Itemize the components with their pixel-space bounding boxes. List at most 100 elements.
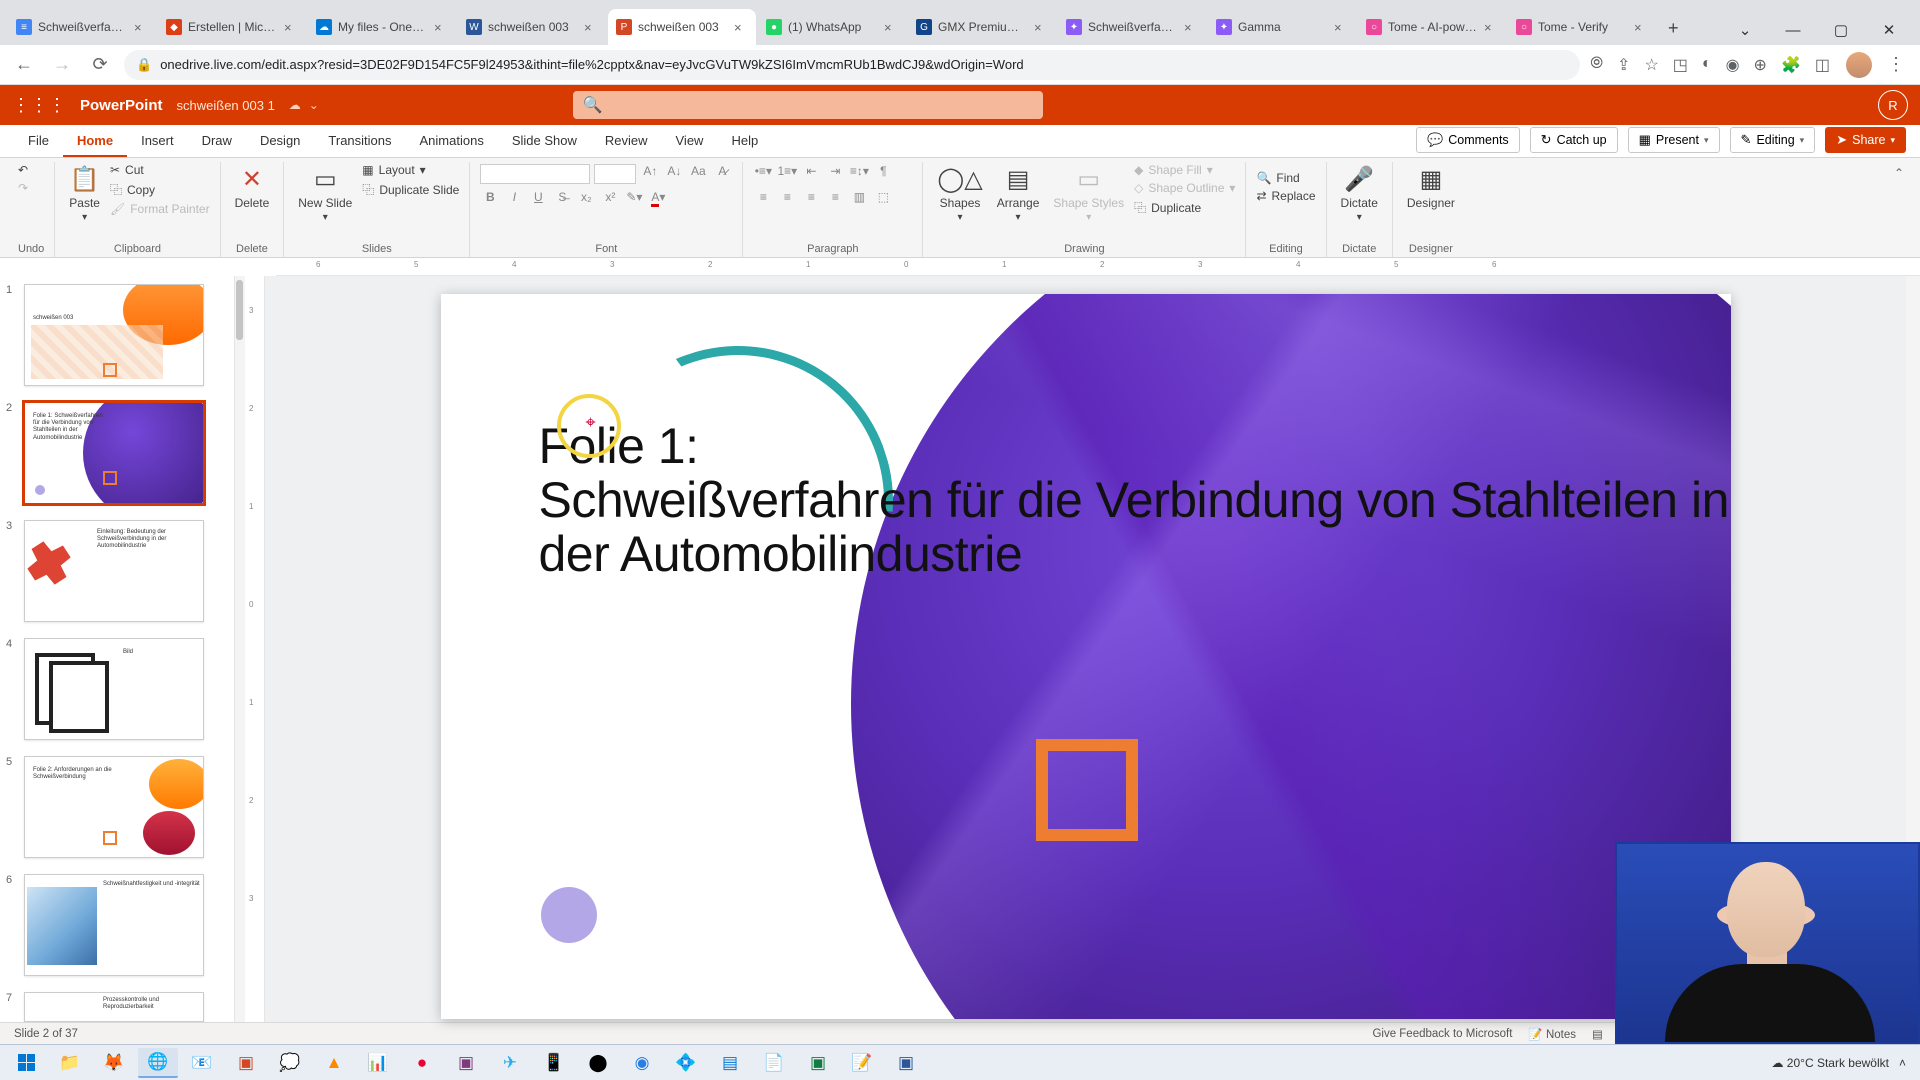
close-tab-icon[interactable]: × bbox=[1484, 20, 1498, 34]
copy-button[interactable]: ⿻Copy bbox=[110, 180, 210, 199]
close-tab-icon[interactable]: × bbox=[434, 20, 448, 34]
ext2-icon[interactable]: ◐ bbox=[1702, 55, 1712, 75]
change-case-icon[interactable]: Aa bbox=[688, 164, 708, 184]
maximize-button[interactable]: ▢ bbox=[1824, 21, 1858, 39]
editing-mode-button[interactable]: ✎Editing▾ bbox=[1730, 127, 1816, 153]
taskbar-vlc[interactable]: ▲ bbox=[314, 1048, 354, 1078]
weather-widget[interactable]: ☁ 20°C Stark bewölkt bbox=[1771, 1056, 1889, 1070]
tray-chevron-icon[interactable]: ˄ bbox=[1899, 1056, 1906, 1070]
close-tab-icon[interactable]: × bbox=[1334, 20, 1348, 34]
justify-button[interactable]: ≡ bbox=[825, 190, 845, 210]
ribbon-collapse-icon[interactable]: ⌃ bbox=[1886, 162, 1912, 184]
superscript-button[interactable]: x² bbox=[600, 190, 620, 210]
font-size-input[interactable] bbox=[594, 164, 636, 184]
close-tab-icon[interactable]: × bbox=[134, 20, 148, 34]
format-painter-button[interactable]: 🖌Format Painter bbox=[110, 201, 210, 217]
delete-button[interactable]: ✕Delete bbox=[231, 162, 274, 212]
font-color-button[interactable]: A▾ bbox=[648, 190, 668, 210]
back-button[interactable]: ← bbox=[10, 54, 38, 75]
italic-button[interactable]: I bbox=[504, 190, 524, 210]
taskbar-app3[interactable]: ● bbox=[402, 1048, 442, 1078]
cut-button[interactable]: ✂Cut bbox=[110, 162, 210, 178]
browser-tab[interactable]: ○Tome - AI-pow…× bbox=[1358, 9, 1506, 45]
catch-up-button[interactable]: ↻Catch up bbox=[1530, 127, 1618, 153]
share-button[interactable]: ➤Share▾ bbox=[1825, 127, 1906, 153]
taskbar-outlook[interactable]: 📧 bbox=[182, 1048, 222, 1078]
browser-tab[interactable]: ●(1) WhatsApp× bbox=[758, 9, 906, 45]
taskbar-app5[interactable]: ◉ bbox=[622, 1048, 662, 1078]
taskbar-notepad[interactable]: 📝 bbox=[842, 1048, 882, 1078]
font-family-input[interactable] bbox=[480, 164, 590, 184]
feedback-link[interactable]: Give Feedback to Microsoft bbox=[1372, 1028, 1512, 1040]
browser-tab[interactable]: Wschweißen 003× bbox=[458, 9, 606, 45]
indent-button[interactable]: ⇥ bbox=[825, 164, 845, 184]
browser-tab[interactable]: ✦Gamma× bbox=[1208, 9, 1356, 45]
chevron-down-icon[interactable]: ▾ bbox=[1800, 135, 1805, 146]
close-tab-icon[interactable]: × bbox=[284, 20, 298, 34]
close-tab-icon[interactable]: × bbox=[884, 20, 898, 34]
close-tab-icon[interactable]: × bbox=[1184, 20, 1198, 34]
ribbon-tab-help[interactable]: Help bbox=[717, 124, 772, 157]
notes-toggle[interactable]: 📝 Notes bbox=[1528, 1027, 1576, 1041]
thumbnail-2[interactable]: Folie 1: Schweißverfahren für die Verbin… bbox=[24, 402, 204, 504]
sidepanel-icon[interactable]: ◫ bbox=[1815, 55, 1830, 75]
taskbar-chrome[interactable]: 🌐 bbox=[138, 1048, 178, 1078]
normal-view-icon[interactable]: ▤ bbox=[1592, 1027, 1603, 1041]
paste-button[interactable]: 📋Paste▾ bbox=[65, 162, 104, 225]
browser-tab[interactable]: GGMX Premium …× bbox=[908, 9, 1056, 45]
ribbon-tab-file[interactable]: File bbox=[14, 124, 63, 157]
slide-title-text[interactable]: Folie 1:Schweißverfahren für die Verbind… bbox=[539, 419, 1731, 581]
chevron-down-icon[interactable]: ▾ bbox=[1704, 135, 1709, 146]
slide-thumbnail-panel[interactable]: 1 schweißen 003 2 Folie 1: Schweißverfah… bbox=[0, 276, 235, 1022]
url-input[interactable]: 🔒 onedrive.live.com/edit.aspx?resid=3DE0… bbox=[124, 50, 1580, 80]
ribbon-tab-animations[interactable]: Animations bbox=[406, 124, 498, 157]
clear-format-icon[interactable]: A̷ bbox=[712, 164, 732, 184]
align-center-button[interactable]: ≡ bbox=[777, 190, 797, 210]
taskbar-app4[interactable]: 📱 bbox=[534, 1048, 574, 1078]
slide-canvas[interactable]: Folie 1:Schweißverfahren für die Verbind… bbox=[441, 294, 1731, 1019]
ribbon-tab-view[interactable]: View bbox=[662, 124, 718, 157]
browser-menu-icon[interactable]: ⋮ bbox=[1882, 54, 1910, 75]
dropdown-icon[interactable]: ⌄ bbox=[309, 98, 319, 112]
smartart-button[interactable]: ⬚ bbox=[873, 190, 893, 210]
layout-button[interactable]: ▦Layout ▾ bbox=[362, 162, 459, 178]
translate-icon[interactable]: ⦾ bbox=[1590, 55, 1603, 75]
share-page-icon[interactable]: ⇪ bbox=[1617, 55, 1630, 75]
taskbar-excel[interactable]: ▣ bbox=[798, 1048, 838, 1078]
align-right-button[interactable]: ≡ bbox=[801, 190, 821, 210]
ribbon-tab-transitions[interactable]: Transitions bbox=[314, 124, 405, 157]
taskbar-powerpoint[interactable]: ▣ bbox=[226, 1048, 266, 1078]
text-direction-button[interactable]: ¶ bbox=[873, 164, 893, 184]
search-input[interactable]: 🔍 bbox=[573, 91, 1043, 119]
ext4-icon[interactable]: ⊕ bbox=[1754, 55, 1767, 75]
arrange-button[interactable]: ▤Arrange▾ bbox=[993, 162, 1044, 225]
designer-button[interactable]: ▦Designer bbox=[1403, 162, 1459, 212]
close-tab-icon[interactable]: × bbox=[584, 20, 598, 34]
thumbnail-1[interactable]: schweißen 003 bbox=[24, 284, 204, 386]
close-window-button[interactable]: ✕ bbox=[1872, 21, 1906, 39]
ext1-icon[interactable]: ◳ bbox=[1673, 55, 1688, 75]
subscript-button[interactable]: x₂ bbox=[576, 190, 596, 210]
bold-button[interactable]: B bbox=[480, 190, 500, 210]
taskbar-app6[interactable]: 💠 bbox=[666, 1048, 706, 1078]
shapes-button[interactable]: ◯△Shapes▾ bbox=[933, 162, 986, 225]
duplicate-shape-button[interactable]: ⿻Duplicate bbox=[1134, 198, 1235, 217]
shape-outline-button[interactable]: ◇Shape Outline ▾ bbox=[1134, 180, 1235, 196]
browser-tab[interactable]: ◆Erstellen | Micros…× bbox=[158, 9, 306, 45]
shape-fill-button[interactable]: ◆Shape Fill ▾ bbox=[1134, 162, 1235, 178]
dictate-button[interactable]: 🎤Dictate▾ bbox=[1337, 162, 1382, 225]
ribbon-tab-home[interactable]: Home bbox=[63, 124, 127, 157]
strike-button[interactable]: S̶ bbox=[552, 190, 572, 210]
app-launcher-icon[interactable]: ⋮⋮⋮ bbox=[12, 95, 66, 116]
highlight-button[interactable]: ✎▾ bbox=[624, 190, 644, 210]
taskbar-app2[interactable]: 📊 bbox=[358, 1048, 398, 1078]
thumbnail-scrollbar[interactable] bbox=[235, 276, 245, 1022]
document-name[interactable]: schweißen 003 1 bbox=[177, 98, 275, 113]
present-button[interactable]: ▦Present▾ bbox=[1628, 127, 1720, 153]
chevron-down-icon[interactable]: ▾ bbox=[1890, 135, 1895, 146]
ribbon-tab-draw[interactable]: Draw bbox=[188, 124, 246, 157]
profile-avatar[interactable] bbox=[1846, 52, 1872, 78]
browser-tab[interactable]: ✦Schweißverfahr…× bbox=[1058, 9, 1206, 45]
bookmark-icon[interactable]: ☆ bbox=[1644, 55, 1658, 75]
ribbon-tab-design[interactable]: Design bbox=[246, 124, 314, 157]
